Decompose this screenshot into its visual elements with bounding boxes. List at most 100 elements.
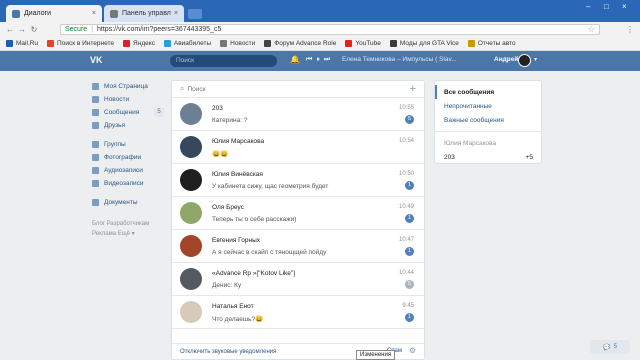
sidebar-item-photos[interactable]: Фотографии: [92, 151, 164, 164]
unread-count-badge: 1: [405, 214, 414, 223]
chat-button[interactable]: 💬 5: [590, 340, 630, 354]
dialog-last-message: Денис: Ку: [212, 282, 242, 289]
dialog-last-message: 😄😄: [212, 151, 229, 158]
news-icon: [92, 96, 99, 103]
avatar[interactable]: [180, 268, 202, 290]
bookmark-item[interactable]: Mail.Ru: [6, 40, 38, 47]
sidebar-item-label: Видеозаписи: [104, 180, 144, 187]
maximize-icon[interactable]: □: [604, 2, 609, 11]
dialog-time: 9:45: [402, 303, 414, 309]
bookmark-item[interactable]: YouTube: [345, 40, 381, 47]
bookmark-item[interactable]: Отчеты авто: [467, 40, 516, 47]
dialog-time: 10:44: [398, 270, 414, 276]
user-avatar[interactable]: [518, 54, 531, 67]
dialog-row[interactable]: Евгения Горных А я сейчас в скайп с тянощ…: [172, 230, 424, 263]
gear-icon[interactable]: ⚙: [409, 346, 416, 355]
bookmark-icon: [220, 40, 228, 47]
sidebar-item-label: Аудиозаписи: [104, 167, 143, 174]
avatar[interactable]: [180, 103, 202, 125]
notifications-bell-icon[interactable]: 🔔: [290, 55, 300, 64]
back-icon[interactable]: ←: [4, 25, 16, 34]
tooltip: Изменения: [356, 350, 396, 360]
friends-icon: [92, 122, 99, 129]
dialog-row[interactable]: Юлия Винёвская У кабинета сижу, щас геоме…: [172, 164, 424, 197]
current-track[interactable]: Елена Темникова – Импульсы ( Slav...: [342, 56, 457, 63]
photo-icon: [92, 154, 99, 161]
sidebar-item-label: Сообщения: [104, 109, 140, 116]
bookmark-label: Моды для GTA Vice: [399, 40, 459, 47]
dialog-name: Юлия Винёвская: [212, 171, 263, 178]
close-window-icon[interactable]: ×: [622, 2, 627, 11]
bookmark-item[interactable]: Моды для GTA Vice: [389, 40, 459, 47]
bookmark-icon: [345, 40, 353, 47]
avatar[interactable]: [180, 301, 202, 323]
dialog-last-message: Что делаешь?😄: [212, 316, 264, 323]
recent-dialog-count: +5: [525, 153, 533, 161]
filter-all-messages[interactable]: Все сообщения: [435, 85, 541, 99]
chevron-down-icon[interactable]: ▾: [534, 56, 537, 63]
user-icon: [92, 83, 99, 90]
sidebar-item-groups[interactable]: Группы: [92, 138, 164, 151]
vk-logo[interactable]: VK: [90, 55, 108, 67]
avatar[interactable]: [180, 169, 202, 191]
filter-unread[interactable]: Непрочитанные: [435, 99, 541, 113]
bookmark-item[interactable]: Яндекс: [123, 40, 155, 47]
avatar[interactable]: [180, 235, 202, 257]
sidebar-item-friends[interactable]: Друзья: [92, 119, 164, 132]
avatar[interactable]: [180, 136, 202, 158]
pause-icon[interactable]: ⏸: [316, 56, 320, 64]
mute-notifications-link[interactable]: Отключить звуковые уведомления: [180, 349, 276, 355]
dialog-row[interactable]: 203 Катерина: ? 10:55 5: [172, 98, 424, 131]
sidebar-item-audio[interactable]: Аудиозаписи: [92, 164, 164, 177]
vk-search-input[interactable]: Поиск: [170, 55, 277, 67]
new-message-icon[interactable]: +: [410, 83, 416, 95]
browser-menu-icon[interactable]: ⋮: [626, 25, 634, 34]
bookmark-item[interactable]: Поиск в Интернете: [47, 40, 114, 47]
recent-dialog-203[interactable]: 203 +5: [435, 150, 541, 164]
bookmark-icon: [389, 40, 397, 47]
dialog-name: Юлия Марсакова: [212, 138, 265, 145]
new-tab-button[interactable]: [188, 9, 202, 19]
forward-icon[interactable]: →: [16, 25, 28, 34]
next-track-icon[interactable]: ⏭: [324, 56, 330, 64]
search-icon: ⌕: [180, 84, 185, 93]
unread-count-badge: 1: [405, 313, 414, 322]
bookmark-item[interactable]: Новости: [220, 40, 255, 47]
bookmark-item[interactable]: Форум Advance Role: [264, 40, 336, 47]
dialog-time: 10:50: [398, 171, 414, 177]
dialogs-search-input[interactable]: [187, 85, 388, 93]
dialog-time: 10:54: [398, 138, 414, 144]
minimize-icon[interactable]: –: [586, 2, 590, 11]
sidebar-item-video[interactable]: Видеозаписи: [92, 177, 164, 190]
footer-links-row1[interactable]: Блог Разработчикам: [92, 219, 164, 229]
sidebar-item-documents[interactable]: Документы: [92, 196, 164, 209]
recent-dialog-label[interactable]: Юлия Марсакова: [435, 136, 541, 150]
tab-control-panel[interactable]: Панель управления пр... ×: [104, 5, 184, 22]
tab-close-icon[interactable]: ×: [174, 10, 178, 17]
dialog-name: Оля Бреус: [212, 204, 244, 211]
bookmark-item[interactable]: Авиабилеты: [163, 40, 211, 47]
url-field[interactable]: Secure | https://vk.com/im?peers=3674433…: [60, 24, 600, 35]
footer-links-row2[interactable]: Реклама Ещё ▾: [92, 229, 164, 239]
dialog-name: «Advance Rp »["Kotov Like"]: [212, 270, 296, 277]
footer-links[interactable]: Блог Разработчикам Реклама Ещё ▾: [92, 219, 164, 239]
dialog-row[interactable]: «Advance Rp »["Kotov Like"] Денис: Ку 10:4…: [172, 263, 424, 296]
bookmark-star-icon[interactable]: ☆: [588, 25, 595, 34]
filter-important[interactable]: Важные сообщения: [435, 113, 541, 127]
tab-close-icon[interactable]: ×: [92, 10, 96, 17]
sidebar-item-my-page[interactable]: Моя Страница: [92, 80, 164, 93]
username[interactable]: Андрей: [494, 56, 518, 63]
document-icon: [92, 199, 99, 206]
sidebar-item-label: Моя Страница: [104, 83, 148, 90]
prev-track-icon[interactable]: ⏮: [306, 56, 312, 64]
dialog-row[interactable]: Юлия Марсакова 😄😄 10:54: [172, 131, 424, 164]
sidebar-item-news[interactable]: Новости: [92, 93, 164, 106]
dialog-last-message: А я сейчас в скайп с тянощщей пойду: [212, 249, 327, 256]
sidebar-item-messages[interactable]: Сообщения 5: [92, 106, 164, 119]
dialog-row[interactable]: Оля Бреус Теперь ты о себе расскажи) 10:49…: [172, 197, 424, 230]
audio-icon: [92, 167, 99, 174]
avatar[interactable]: [180, 202, 202, 224]
tab-dialogs[interactable]: Диалоги ×: [6, 5, 102, 22]
dialog-row[interactable]: Наталья Енот Что делаешь?😄 9:45 1: [172, 296, 424, 329]
reload-icon[interactable]: ↻: [28, 25, 40, 34]
